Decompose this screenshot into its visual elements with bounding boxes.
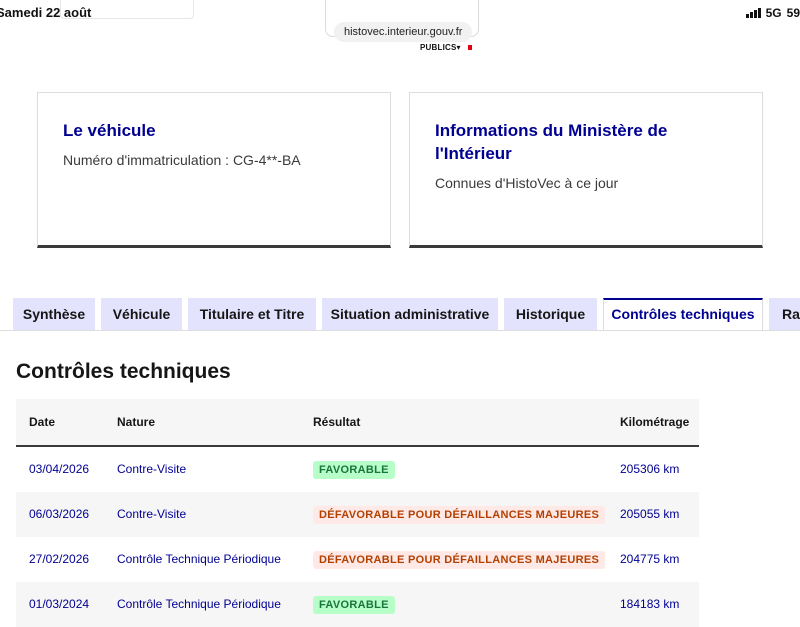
flag-dot-icon [467,45,472,51]
header-result: Résultat [313,415,361,429]
vehicle-registration: Numéro d'immatriculation : CG-4**-BA [63,152,301,168]
publics-menu[interactable]: PUBLICS▾ [420,43,472,52]
tab-synthese[interactable]: Synthèse [13,298,95,330]
cell-result: FAVORABLE [313,447,395,492]
controls-table: Date Nature Résultat Kilométrage 03/04/2… [16,399,699,627]
ministry-card-text: Connues d'HistoVec à ce jour [435,175,619,191]
header-ghost-left [60,0,194,19]
cell-nature: Contrôle Technique Périodique [117,552,281,566]
header-km: Kilométrage [620,415,690,429]
cell-date: 06/03/2026 [29,507,90,521]
tab-controles-techniques[interactable]: Contrôles techniques [603,298,763,331]
signal-icon [745,8,761,18]
cell-date: 03/04/2026 [29,462,90,476]
cell-result: DÉFAVORABLE POUR DÉFAILLANCES MAJEURES [313,492,606,537]
vehicle-card-title: Le véhicule [63,121,156,140]
cell-km: 204775 km [620,552,680,566]
result-badge: FAVORABLE [313,460,395,479]
cell-nature: Contre-Visite [117,462,187,476]
cell-km: 205055 km [620,507,680,521]
header-nature: Nature [117,415,156,429]
cell-km: 184183 km [620,597,680,611]
tab-historique[interactable]: Historique [504,298,597,330]
table-header: Date Nature Résultat Kilométrage [16,399,699,447]
tab-situation-administrative[interactable]: Situation administrative [322,298,498,330]
cell-km: 205306 km [620,462,680,476]
tab-rapport[interactable]: Rapport [769,298,800,330]
result-badge: DÉFAVORABLE POUR DÉFAILLANCES MAJEURES [313,550,606,569]
tab-titulaire[interactable]: Titulaire et Titre [188,298,316,330]
cell-nature: Contre-Visite [117,507,187,521]
result-badge: FAVORABLE [313,595,395,614]
publics-menu-label: PUBLICS▾ [420,43,461,52]
cell-result: DÉFAVORABLE POUR DÉFAILLANCES MAJEURES [313,537,606,582]
ministry-title-line1: Informations du Ministère de [435,121,668,140]
cell-date: 27/02/2026 [29,552,90,566]
tab-bar: Synthèse Véhicule Titulaire et Titre Sit… [13,298,800,331]
table-row: 01/03/2024 Contrôle Technique Périodique… [16,582,699,627]
battery-level: 59 [786,6,800,20]
table-row: 03/04/2026 Contre-Visite FAVORABLE 20530… [16,447,699,492]
ministry-title-line2: l'Intérieur [435,144,512,163]
cell-nature: Contrôle Technique Périodique [117,597,281,611]
ministry-card: Informations du Ministère de l'Intérieur… [409,92,763,248]
vehicle-card: Le véhicule Numéro d'immatriculation : C… [37,92,391,248]
tab-panel-controles: Contrôles techniques Date Nature Résulta… [0,330,800,627]
table-row: 06/03/2026 Contre-Visite DÉFAVORABLE POU… [16,492,699,537]
ministry-card-title: Informations du Ministère de l'Intérieur [435,119,737,165]
status-indicators: 5G 59 [745,6,800,20]
result-badge: DÉFAVORABLE POUR DÉFAILLANCES MAJEURES [313,505,606,524]
table-row: 27/02/2026 Contrôle Technique Périodique… [16,537,699,582]
url-bar[interactable]: histovec.interieur.gouv.fr [334,22,473,42]
cell-date: 01/03/2024 [29,597,90,611]
header-date: Date [29,415,56,429]
tab-vehicule[interactable]: Véhicule [101,298,182,330]
cell-result: FAVORABLE [313,582,395,627]
panel-title: Contrôles techniques [16,360,231,383]
network-label: 5G [765,6,782,20]
